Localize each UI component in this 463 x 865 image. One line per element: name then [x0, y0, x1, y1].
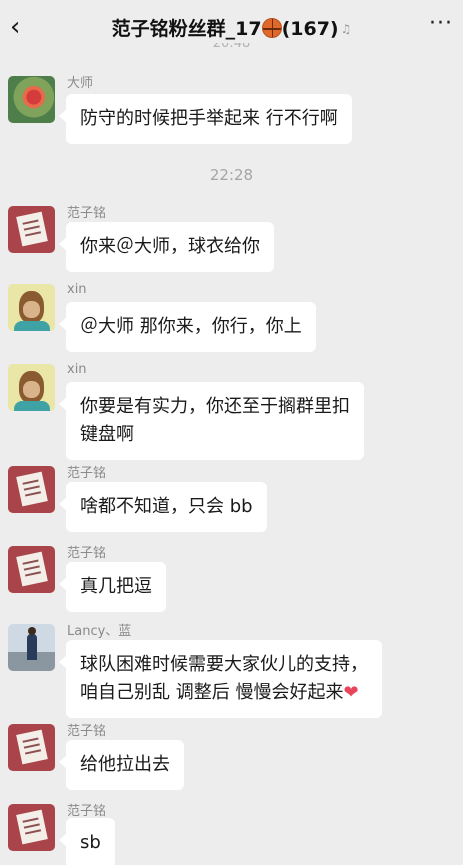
avatar-shirt [14, 321, 50, 331]
sender-name: 范子铭 [67, 466, 107, 481]
avatar-card-icon [16, 809, 48, 845]
message-line: 咱自己别乱 调整后 慢慢会好起来 [80, 682, 344, 703]
sender-name: xin [67, 362, 87, 377]
message-bubble[interactable]: 啥都不知道，只会 bb [59, 482, 267, 532]
message-line: 球队困难时候需要大家伙儿的支持， [80, 654, 368, 675]
avatar[interactable] [8, 466, 55, 513]
chat-title: 范子铭粉丝群_17 (167) ♫ [0, 14, 463, 41]
heart-icon: ❤ [343, 682, 359, 703]
avatar[interactable] [8, 284, 55, 331]
avatar[interactable] [8, 364, 55, 411]
avatar[interactable] [8, 804, 55, 851]
message-bubble[interactable]: 球队困难时候需要大家伙儿的支持， 咱自己别乱 调整后 慢慢会好起来❤ [59, 640, 382, 718]
message-bubble[interactable]: 你来＠大师，球衣给你 [59, 222, 274, 272]
sender-name: 大师 [67, 76, 94, 91]
message-bubble[interactable]: 真几把逗 [59, 562, 166, 612]
avatar[interactable] [8, 76, 55, 123]
sender-name: 范子铭 [67, 546, 107, 561]
avatar-card-icon [16, 729, 48, 765]
message-bubble[interactable]: ＠大师 那你来，你行，你上 [59, 302, 316, 352]
avatar[interactable] [8, 546, 55, 593]
avatar-person-icon [27, 627, 37, 660]
message-bubble[interactable]: 你要是有实力，你还至于搁群里扣 键盘啊 [59, 382, 364, 460]
group-name: 范子铭粉丝群_17 [111, 18, 262, 40]
clipped-timestamp: 20:48 [212, 43, 251, 51]
sender-name: Lancy、蓝 [67, 624, 132, 639]
avatar-card-icon [16, 211, 48, 247]
avatar-shirt [14, 401, 50, 411]
avatar[interactable] [8, 624, 55, 671]
member-count: (167) [281, 18, 339, 40]
timestamp-divider: 22:28 [209, 166, 254, 184]
avatar[interactable] [8, 724, 55, 771]
basketball-icon [261, 18, 282, 38]
sender-name: 范子铭 [67, 206, 107, 221]
avatar[interactable] [8, 206, 55, 253]
message-line: 键盘啊 [80, 424, 134, 445]
avatar-face [23, 381, 40, 398]
sender-name: xin [67, 282, 87, 297]
message-line: 你要是有实力，你还至于搁群里扣 [80, 396, 350, 417]
message-bubble[interactable]: 防守的时候把手举起来 行不行啊 [59, 94, 352, 144]
avatar-card-icon [16, 471, 48, 507]
mute-bell-icon: ♫ [340, 22, 352, 36]
more-options-icon[interactable]: ··· [429, 13, 453, 35]
sender-name: 范子铭 [67, 804, 107, 819]
avatar-face [23, 301, 40, 318]
sender-name: 范子铭 [67, 724, 107, 739]
message-bubble[interactable]: sb [59, 818, 115, 865]
avatar-card-icon [16, 551, 48, 587]
message-bubble[interactable]: 给他拉出去 [59, 740, 184, 790]
